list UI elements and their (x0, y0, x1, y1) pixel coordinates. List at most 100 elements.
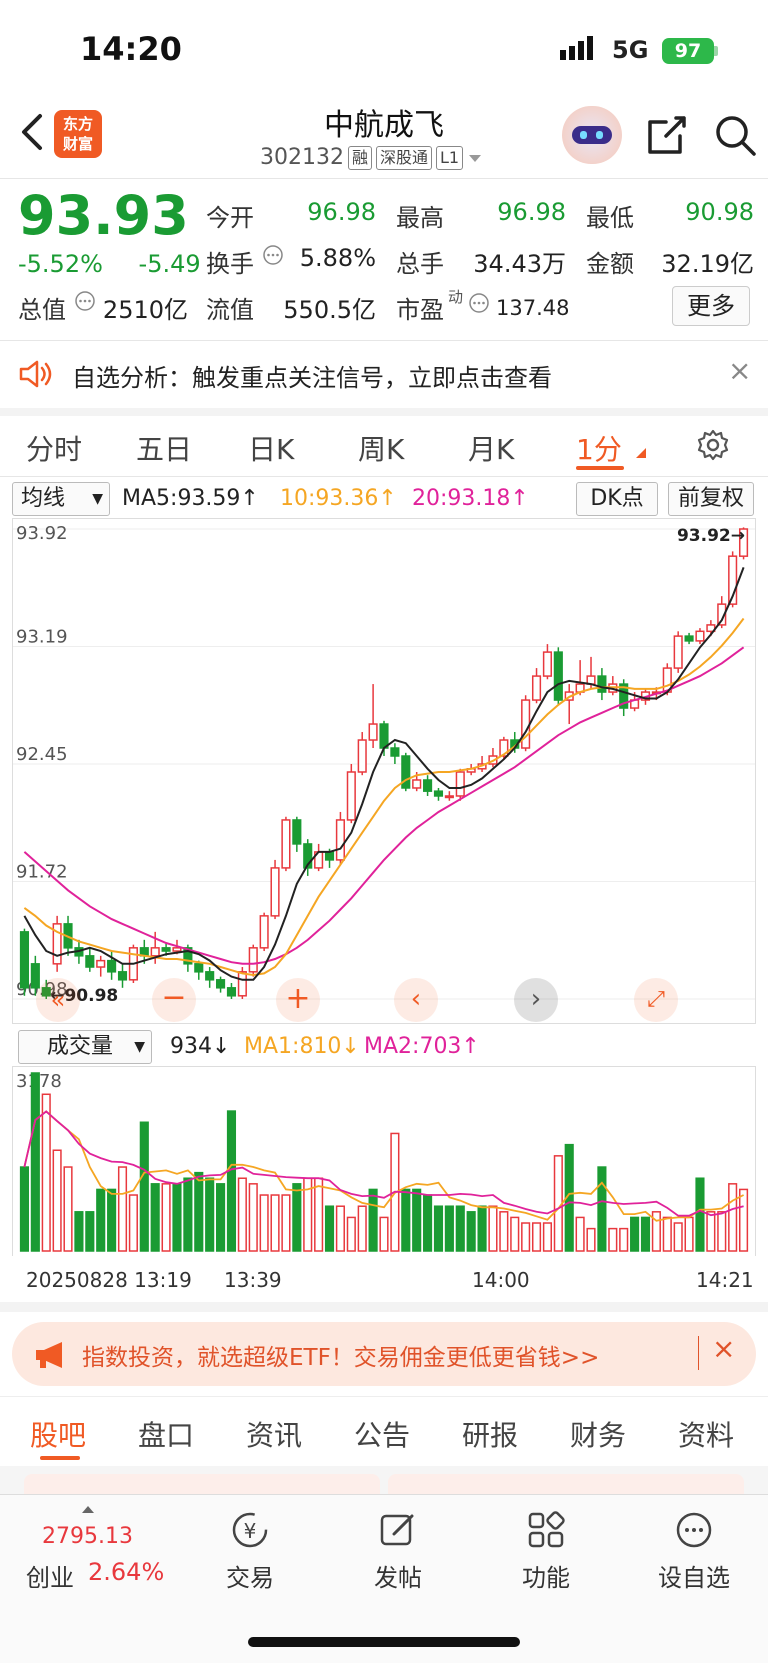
ad-text: 指数投资，就选超级ETF！交易佣金更低更省钱>> (82, 1345, 600, 1371)
candle-body (412, 779, 422, 789)
candle-body (226, 987, 237, 997)
volume-bar (531, 1222, 542, 1252)
float-value: 550.5亿 (283, 296, 376, 324)
ma10-value: 10:93.36↑ (280, 486, 397, 511)
candle-body (553, 651, 563, 701)
tag-level: L1 (436, 145, 464, 170)
candle-body (292, 819, 302, 845)
kline-chart[interactable]: 93.9293.1992.4591.7290.9893.92→←90.98 (12, 518, 756, 1024)
nav-trade[interactable]: ¥ 交易 (200, 1510, 300, 1593)
volume-bar (30, 1072, 40, 1252)
volume-bar (292, 1183, 302, 1252)
status-time: 14:20 (80, 30, 182, 68)
analysis-banner[interactable]: 自选分析：触发重点关注信号，立即点击查看 × (0, 342, 768, 408)
tab-intraday[interactable]: 分时 (26, 428, 82, 468)
tab-daily-k[interactable]: 日K (248, 428, 294, 468)
turnover-value: 5.88% (299, 244, 376, 272)
tag-sz-connect: 深股通 (376, 145, 433, 170)
info-dots-icon[interactable] (262, 244, 284, 266)
volume-bar (597, 1166, 607, 1252)
ma5-line (23, 567, 745, 981)
open-label: 今开 (206, 204, 254, 232)
tab-finance[interactable]: 财务 (570, 1414, 626, 1454)
volume-label: 总手 (396, 250, 444, 278)
volume-bar (379, 1216, 389, 1252)
chevron-down-icon: ▼ (134, 1039, 145, 1055)
svg-text:¥: ¥ (244, 1519, 257, 1543)
etf-ad-banner[interactable]: 指数投资，就选超级ETF！交易佣金更低更省钱>> × (12, 1322, 756, 1386)
tab-profile[interactable]: 资料 (678, 1414, 734, 1454)
volume-bar (74, 1211, 84, 1252)
zoom-in-icon[interactable]: + (276, 978, 320, 1022)
volume-bar (139, 1121, 149, 1252)
tab-corner-icon (636, 448, 646, 458)
volume-bar (259, 1194, 269, 1252)
share-icon[interactable] (646, 114, 688, 156)
tab-five-day[interactable]: 五日 (136, 428, 192, 468)
prev-icon[interactable]: ‹ (394, 978, 438, 1022)
candle-body (390, 747, 400, 757)
tab-1min[interactable]: 1分 (576, 428, 622, 468)
volume-bar (117, 1166, 128, 1252)
volume-bar (226, 1110, 237, 1252)
volume-bar (401, 1188, 411, 1252)
info-dots-icon[interactable] (74, 290, 96, 312)
volume-bar (216, 1183, 226, 1252)
volume-bar (41, 1093, 51, 1252)
ma20-value: 20:93.18↑ (412, 486, 529, 511)
more-button[interactable]: 更多 (672, 286, 750, 326)
nav-add-watchlist[interactable]: 设自选 (644, 1510, 744, 1593)
volume-indicator-select[interactable]: 成交量 ▼ (18, 1030, 152, 1064)
tab-pankou[interactable]: 盘口 (138, 1414, 194, 1454)
volume-bar (335, 1205, 345, 1252)
candle-body (531, 675, 542, 701)
nav-functions[interactable]: 功能 (496, 1510, 596, 1593)
tab-news[interactable]: 资讯 (246, 1414, 302, 1454)
volume-bar (194, 1171, 204, 1252)
volume-bar (412, 1188, 422, 1252)
volume-chart[interactable]: 3178 (12, 1066, 756, 1256)
tag-margin: 融 (347, 145, 372, 170)
adjust-button[interactable]: 前复权 (668, 482, 754, 516)
volume-bar (357, 1205, 367, 1252)
tab-monthly-k[interactable]: 月K (468, 428, 514, 468)
ai-assistant-icon[interactable] (562, 106, 622, 164)
volume-bar (619, 1227, 629, 1252)
search-icon[interactable] (714, 114, 758, 158)
volume-bar (346, 1216, 356, 1252)
volume-bar (542, 1222, 552, 1252)
close-icon[interactable]: × (728, 354, 751, 387)
volume-bar (107, 1188, 117, 1252)
fullscreen-icon[interactable]: ⤢ (634, 978, 678, 1022)
indicator-select[interactable]: 均线 ▼ (12, 482, 110, 516)
nav-post[interactable]: 发帖 (348, 1510, 448, 1593)
volume-bar (630, 1216, 640, 1252)
pe-sup: 动 (448, 288, 464, 306)
close-icon[interactable]: × (712, 1332, 735, 1365)
candle-body (172, 947, 182, 952)
tab-announcements[interactable]: 公告 (354, 1414, 410, 1454)
zoom-out-icon[interactable]: − (152, 978, 196, 1022)
divider (0, 1396, 768, 1397)
candle-body (281, 819, 291, 869)
volume-bar (499, 1211, 509, 1252)
volume-bar (717, 1211, 727, 1252)
tab-research[interactable]: 研报 (462, 1414, 518, 1454)
settings-icon[interactable] (696, 428, 730, 462)
next-icon[interactable]: › (514, 978, 558, 1022)
volume-bar (324, 1205, 335, 1252)
dropdown-icon (469, 154, 482, 162)
dk-point-button[interactable]: DK点 (576, 482, 658, 516)
tab-weekly-k[interactable]: 周K (358, 428, 404, 468)
change-pct: -5.52% (18, 250, 103, 278)
volume-bar (96, 1188, 106, 1252)
info-dots-icon[interactable] (468, 292, 490, 314)
rewind-icon[interactable]: « (36, 978, 80, 1022)
y-tick-label: 91.72 (16, 862, 68, 883)
tab-guba[interactable]: 股吧 (30, 1414, 86, 1454)
chevron-up-icon[interactable] (80, 1504, 96, 1514)
signal-icon (560, 36, 593, 60)
volume-bar (586, 1227, 596, 1252)
volume-svg: 3178 (16, 1071, 749, 1252)
index-name: 创业 (26, 1564, 74, 1592)
